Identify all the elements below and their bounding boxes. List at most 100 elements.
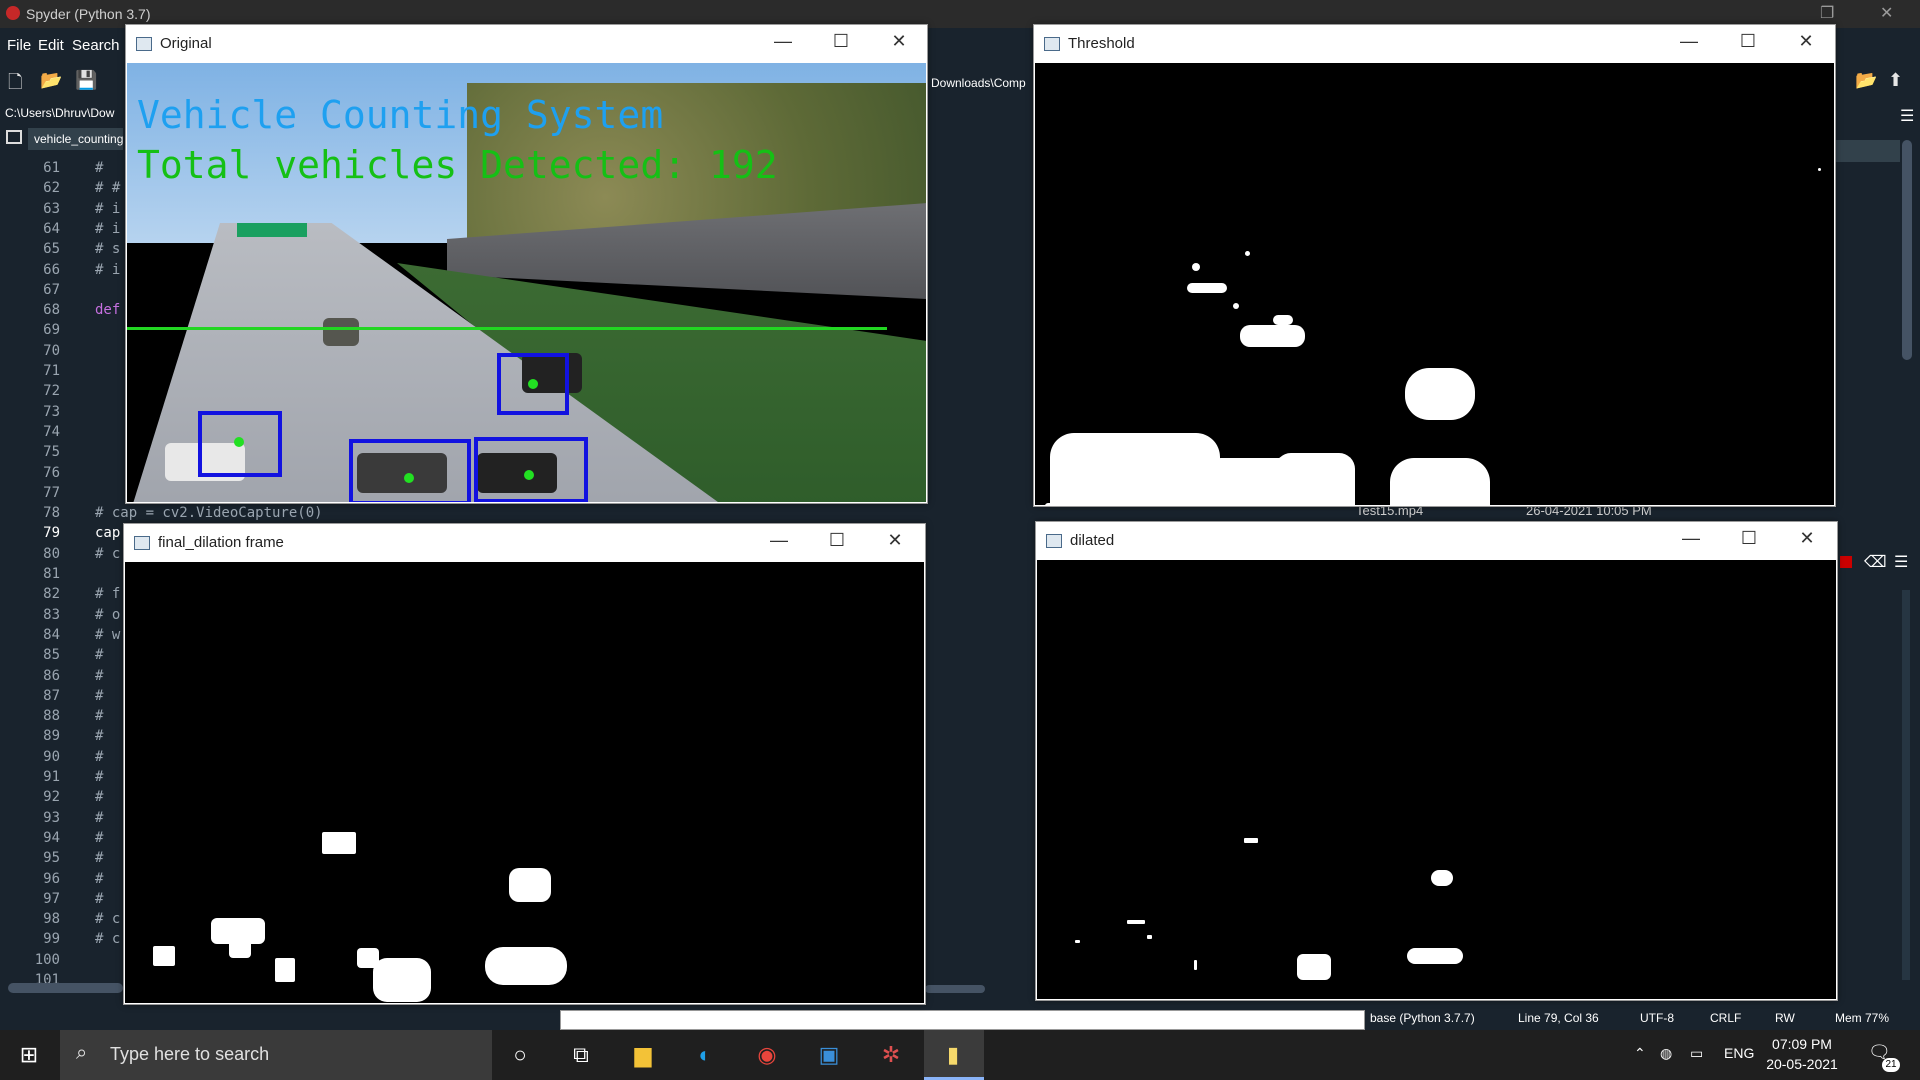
battery-icon[interactable]: ▭ [1690,1045,1703,1062]
menu-edit[interactable]: Edit [38,37,64,54]
code-line[interactable]: # i [95,201,120,217]
tab-vehicle-counting[interactable]: vehicle_counting [28,128,123,150]
code-line[interactable]: # [95,688,103,704]
task-view-icon[interactable]: ⧉ [566,1040,596,1070]
code-line[interactable]: def [95,302,120,318]
code-line[interactable]: # [95,647,103,663]
code-line[interactable]: # i [95,221,120,237]
code-line[interactable]: # c [95,931,120,947]
blob [1147,935,1152,939]
window-threshold[interactable]: Threshold — ☐ ✕ [1033,24,1836,507]
code-line[interactable]: # i [95,262,120,278]
edge-icon[interactable]: ◐ [690,1040,720,1070]
up-arrow-icon[interactable]: ⬆ [1888,70,1910,92]
code-line[interactable]: # cap = cv2.VideoCapture(0) [95,505,323,521]
minimize-icon[interactable]: — [764,530,794,551]
close-icon[interactable]: ✕ [1791,31,1821,52]
code-line[interactable]: # [95,708,103,724]
selected-file-row[interactable] [1830,140,1900,162]
taskbar-search[interactable]: ⌕ Type here to search [60,1030,492,1080]
window-threshold-titlebar[interactable]: Threshold — ☐ ✕ [1034,25,1835,63]
stop-icon[interactable] [1840,556,1852,568]
minimize-icon[interactable]: — [1674,31,1704,52]
maximize-icon[interactable]: ☐ [1734,528,1764,549]
file-path: C:\Users\Dhruv\Dow [0,104,125,124]
clock[interactable]: 07:09 PM 20-05-2021 [1760,1034,1844,1074]
language-indicator[interactable]: ENG [1724,1045,1754,1061]
browse-tabs-icon[interactable] [6,130,22,144]
window-final-dilation-titlebar[interactable]: final_dilation frame — ☐ ✕ [124,524,925,562]
spyder-taskbar-icon[interactable]: ✲ [876,1040,906,1070]
line-number: 94 [43,829,60,846]
menu-file[interactable]: File [7,37,31,54]
window-dilated-title: dilated [1070,532,1115,549]
minimize-icon[interactable]: — [768,31,798,52]
editor-hscrollbar-thumb[interactable] [925,985,985,993]
new-file-icon[interactable]: 🗋 [8,70,30,92]
close-icon[interactable]: ✕ [1880,3,1893,23]
code-line[interactable]: # c [95,911,120,927]
code-line[interactable]: # [95,160,103,176]
windows-start-icon[interactable]: ⊞ [0,1030,58,1080]
code-line[interactable]: # [95,830,103,846]
browse-folder-icon[interactable]: 📂 [1855,70,1877,92]
original-video-frame: Vehicle Counting System Total vehicles D… [127,63,926,502]
line-number: 85 [43,647,60,664]
maximize-icon[interactable]: ☐ [1733,31,1763,52]
line-number: 83 [43,606,60,623]
eraser-icon[interactable]: ⌫ [1864,552,1887,572]
window-app-icon [1044,37,1060,51]
window-dilated-titlebar[interactable]: dilated — ☐ ✕ [1036,522,1837,560]
counting-line [127,327,887,330]
line-number: 68 [43,302,60,319]
code-line[interactable]: # s [95,241,120,257]
menu-search[interactable]: Search [72,37,120,54]
code-line[interactable]: # f [95,586,120,602]
window-final-dilation[interactable]: final_dilation frame — ☐ ✕ [123,523,926,1005]
code-line[interactable]: # c [95,546,120,562]
code-line[interactable]: # [95,769,103,785]
code-line[interactable]: # [95,891,103,907]
window-original-titlebar[interactable]: Original — ☐ ✕ [126,25,927,63]
close-icon[interactable]: ✕ [884,31,914,52]
notepad-file-icon[interactable]: ▮ [938,1040,968,1070]
maximize-icon[interactable]: ☐ [826,31,856,52]
code-line[interactable]: # [95,850,103,866]
tray-chevron-icon[interactable]: ⌃ [1634,1045,1646,1062]
blob [1431,870,1453,886]
code-line[interactable]: # [95,789,103,805]
files-vscrollbar[interactable] [1902,140,1912,360]
code-line[interactable]: cap [95,525,120,541]
minimize-icon[interactable]: — [1676,528,1706,549]
code-line[interactable]: # # [95,180,120,196]
code-line[interactable]: # o [95,607,120,623]
restore-icon[interactable]: ❐ [1820,3,1834,23]
working-dir-path[interactable]: Downloads\Comp [928,72,1031,94]
hidden-window-strip[interactable] [560,1010,1365,1030]
console-menu-icon[interactable]: ☰ [1894,552,1908,572]
blob [373,958,431,1002]
open-folder-icon[interactable]: 📂 [40,70,62,92]
code-line[interactable]: # [95,728,103,744]
window-original[interactable]: Original — ☐ ✕ Vehicle Counting System T… [125,24,928,504]
network-icon[interactable]: ◍ [1660,1045,1672,1062]
close-icon[interactable]: ✕ [1792,528,1822,549]
photos-icon[interactable]: ▣ [814,1040,844,1070]
cortana-icon[interactable]: ○ [505,1040,535,1070]
editor-hscrollbar[interactable] [8,983,123,993]
code-line[interactable]: # [95,810,103,826]
pane-menu-icon[interactable]: ☰ [1900,106,1914,126]
file-explorer-icon[interactable]: ▆ [628,1040,658,1070]
maximize-icon[interactable]: ☐ [822,530,852,551]
code-line[interactable]: # [95,668,103,684]
app-title: Spyder (Python 3.7) [26,6,151,22]
close-icon[interactable]: ✕ [880,530,910,551]
code-line[interactable]: # w [95,627,120,643]
blob [1244,838,1258,843]
chrome-icon[interactable]: ◉ [752,1040,782,1070]
save-icon[interactable]: 💾 [75,70,97,92]
code-line[interactable]: # [95,749,103,765]
code-line[interactable]: # [95,871,103,887]
line-number: 88 [43,708,60,725]
window-dilated[interactable]: dilated — ☐ ✕ [1035,521,1838,1001]
